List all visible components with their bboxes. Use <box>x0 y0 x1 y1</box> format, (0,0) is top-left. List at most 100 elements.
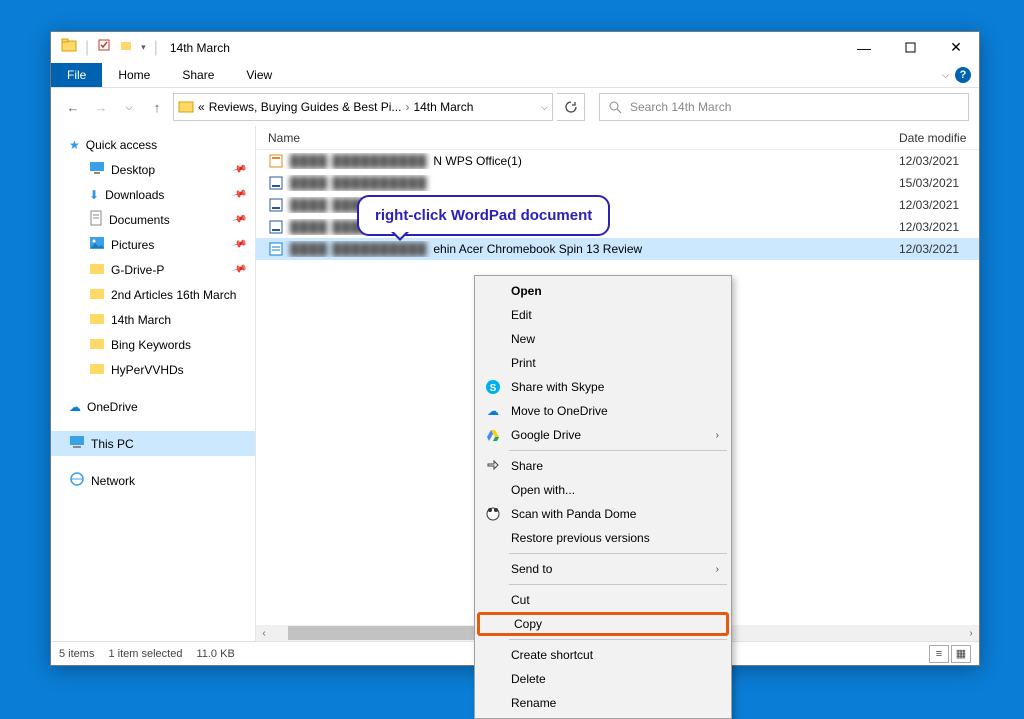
cloud-icon: ☁ <box>485 403 501 419</box>
file-name-blurred: ████ ██████████ <box>290 154 427 168</box>
file-row[interactable]: ████ ██████████15/03/2021 <box>256 172 979 194</box>
scroll-left-icon[interactable]: ‹ <box>256 628 272 639</box>
file-row[interactable]: ████ ██████████ehin Acer Chromebook Spin… <box>256 238 979 260</box>
pin-icon: 📌 <box>231 237 247 253</box>
ribbon-tabs: File Home Share View ⌵ ? <box>51 63 979 88</box>
separator <box>509 450 727 451</box>
ctx-sendto[interactable]: Send to› <box>477 557 729 581</box>
ctx-new[interactable]: New <box>477 327 729 351</box>
sidebar-item-gdrive[interactable]: G-Drive-P📌 <box>51 257 255 282</box>
scroll-right-icon[interactable]: › <box>963 628 979 639</box>
file-name-blurred: ████ ██████████ <box>290 176 427 190</box>
sidebar-network[interactable]: Network <box>51 468 255 493</box>
tab-file[interactable]: File <box>51 63 102 87</box>
minimize-button[interactable]: — <box>841 32 887 63</box>
skype-icon: S <box>485 379 501 395</box>
ctx-skype[interactable]: SShare with Skype <box>477 375 729 399</box>
breadcrumb-seg[interactable]: Reviews, Buying Guides & Best Pi... <box>209 100 402 114</box>
address-box[interactable]: « Reviews, Buying Guides & Best Pi... › … <box>173 93 553 121</box>
address-dropdown-icon[interactable]: ⌵ <box>541 102 548 113</box>
picture-icon <box>89 236 105 253</box>
close-button[interactable]: ✕ <box>933 32 979 63</box>
ctx-openwith[interactable]: Open with... <box>477 478 729 502</box>
ctx-gdrive[interactable]: Google Drive› <box>477 423 729 447</box>
qat-dropdown-icon[interactable]: ▾ <box>141 42 146 53</box>
pin-icon: 📌 <box>231 212 247 228</box>
ctx-restore[interactable]: Restore previous versions <box>477 526 729 550</box>
sidebar-item-folder[interactable]: Bing Keywords <box>51 332 255 357</box>
folder-icon <box>89 336 105 353</box>
search-input[interactable]: Search 14th March <box>599 93 969 121</box>
sidebar-item-folder[interactable]: 2nd Articles 16th March <box>51 282 255 307</box>
context-menu: Open Edit New Print SShare with Skype ☁M… <box>474 275 732 719</box>
tab-view[interactable]: View <box>230 63 288 87</box>
file-icon <box>268 241 284 257</box>
navigation-pane: ★Quick access Desktop📌 ⬇Downloads📌 Docum… <box>51 126 256 641</box>
status-selected: 1 item selected <box>108 648 182 660</box>
forward-button[interactable]: → <box>89 95 113 119</box>
column-date[interactable]: Date modifie <box>899 126 979 149</box>
ctx-share[interactable]: Share <box>477 454 729 478</box>
file-name-suffix: ehin Acer Chromebook Spin 13 Review <box>433 242 642 256</box>
view-icons-button[interactable]: ▦ <box>951 645 971 663</box>
pin-icon: 📌 <box>231 262 247 278</box>
history-dropdown[interactable]: ⌵ <box>117 95 141 119</box>
sidebar-item-folder[interactable]: HyPerVVHDs <box>51 357 255 382</box>
ctx-edit[interactable]: Edit <box>477 303 729 327</box>
file-date: 12/03/2021 <box>899 220 979 234</box>
sidebar-onedrive[interactable]: ☁OneDrive <box>51 394 255 419</box>
ribbon-chevron-icon[interactable]: ⌵ <box>942 70 949 81</box>
network-icon <box>69 472 85 489</box>
ctx-copy[interactable]: Copy <box>477 612 729 636</box>
breadcrumb-seg[interactable]: 14th March <box>413 100 473 114</box>
file-date: 12/03/2021 <box>899 242 979 256</box>
chevron-right-icon[interactable]: › <box>405 100 409 114</box>
titlebar: | ▾ | 14th March — ✕ <box>51 32 979 63</box>
qat-icon[interactable] <box>97 38 111 57</box>
ctx-print[interactable]: Print <box>477 351 729 375</box>
ctx-onedrive[interactable]: ☁Move to OneDrive <box>477 399 729 423</box>
maximize-button[interactable] <box>887 32 933 63</box>
sidebar-item-desktop[interactable]: Desktop📌 <box>51 157 255 182</box>
qat-folder-icon[interactable] <box>119 38 133 57</box>
back-button[interactable]: ← <box>61 95 85 119</box>
up-button[interactable]: ↑ <box>145 95 169 119</box>
folder-icon <box>89 311 105 328</box>
cloud-icon: ☁ <box>69 400 81 414</box>
tab-share[interactable]: Share <box>166 63 230 87</box>
file-icon <box>268 153 284 169</box>
file-date: 12/03/2021 <box>899 198 979 212</box>
separator <box>509 639 727 640</box>
ctx-panda[interactable]: Scan with Panda Dome <box>477 502 729 526</box>
sidebar-thispc[interactable]: This PC <box>51 431 255 456</box>
ctx-delete[interactable]: Delete <box>477 667 729 691</box>
help-icon[interactable]: ? <box>955 67 971 83</box>
chevron-right-icon: › <box>716 564 719 575</box>
tab-home[interactable]: Home <box>102 63 166 87</box>
pin-icon: 📌 <box>231 162 247 178</box>
folder-icon <box>89 361 105 378</box>
status-size: 11.0 KB <box>196 648 234 660</box>
share-icon <box>485 458 501 474</box>
file-row[interactable]: ████ ██████████N WPS Office(1)12/03/2021 <box>256 150 979 172</box>
ctx-open[interactable]: Open <box>477 279 729 303</box>
ctx-rename[interactable]: Rename <box>477 691 729 715</box>
sidebar-item-downloads[interactable]: ⬇Downloads📌 <box>51 182 255 207</box>
ctx-cut[interactable]: Cut <box>477 588 729 612</box>
folder-icon <box>89 261 105 278</box>
panda-icon <box>485 506 501 522</box>
view-details-button[interactable]: ≡ <box>929 645 949 663</box>
column-name[interactable]: Name <box>256 126 899 149</box>
ctx-shortcut[interactable]: Create shortcut <box>477 643 729 667</box>
file-icon <box>268 219 284 235</box>
pin-icon: 📌 <box>231 187 247 203</box>
chevron-right-icon: › <box>716 430 719 441</box>
breadcrumb-prefix: « <box>198 100 205 114</box>
sidebar-item-pictures[interactable]: Pictures📌 <box>51 232 255 257</box>
star-icon: ★ <box>69 138 80 152</box>
folder-icon <box>61 37 77 58</box>
sidebar-quick-access[interactable]: ★Quick access <box>51 132 255 157</box>
sidebar-item-folder[interactable]: 14th March <box>51 307 255 332</box>
refresh-button[interactable] <box>557 93 585 121</box>
sidebar-item-documents[interactable]: Documents📌 <box>51 207 255 232</box>
